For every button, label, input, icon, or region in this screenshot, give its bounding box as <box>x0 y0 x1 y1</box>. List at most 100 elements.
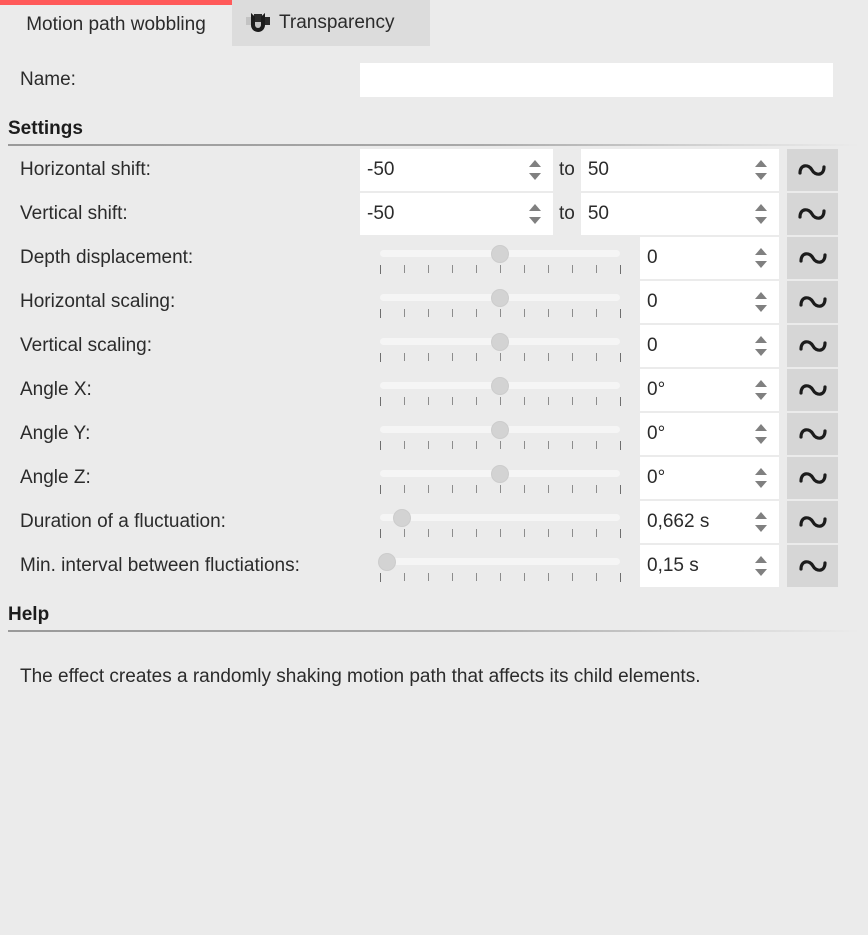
setting-label: Angle Z: <box>0 467 360 489</box>
slider-ticks <box>380 485 620 494</box>
name-input[interactable] <box>360 63 833 97</box>
spinner-up-icon[interactable] <box>755 160 767 167</box>
setting-value-stepper[interactable] <box>755 336 767 356</box>
spinner-down-icon[interactable] <box>755 173 767 180</box>
tab-transparency[interactable]: Transparency <box>232 0 430 46</box>
range-to-word: to <box>553 203 581 225</box>
spinner-down-icon[interactable] <box>755 437 767 444</box>
help-title: Help <box>8 604 868 630</box>
randomize-wave-button[interactable] <box>787 457 838 499</box>
spinner-down-icon[interactable] <box>529 173 541 180</box>
setting-value-field[interactable]: 0,15 s <box>640 545 779 587</box>
setting-slider[interactable] <box>380 325 638 367</box>
range-to-word: to <box>553 159 581 181</box>
range-to-stepper[interactable] <box>755 160 767 180</box>
slider-thumb[interactable] <box>491 465 509 483</box>
setting-label: Vertical shift: <box>0 203 360 225</box>
setting-slider[interactable] <box>380 501 638 543</box>
setting-value-stepper[interactable] <box>755 468 767 488</box>
randomize-wave-button[interactable] <box>787 545 838 587</box>
spinner-up-icon[interactable] <box>755 292 767 299</box>
slider-thumb[interactable] <box>491 289 509 307</box>
spinner-up-icon[interactable] <box>755 336 767 343</box>
randomize-wave-button[interactable] <box>787 501 838 543</box>
setting-value-stepper[interactable] <box>755 512 767 532</box>
slider-thumb[interactable] <box>491 421 509 439</box>
setting-row: Vertical shift:-50to50 <box>0 192 868 236</box>
spinner-down-icon[interactable] <box>529 217 541 224</box>
setting-value-field[interactable]: 0 <box>640 325 779 367</box>
spinner-up-icon[interactable] <box>755 248 767 255</box>
randomize-wave-button[interactable] <box>787 369 838 411</box>
setting-value-stepper[interactable] <box>755 292 767 312</box>
spinner-up-icon[interactable] <box>755 204 767 211</box>
spinner-down-icon[interactable] <box>755 217 767 224</box>
spinner-up-icon[interactable] <box>755 512 767 519</box>
spinner-up-icon[interactable] <box>755 468 767 475</box>
wave-icon <box>798 512 828 532</box>
randomize-wave-button[interactable] <box>787 149 838 191</box>
randomize-wave-button[interactable] <box>787 413 838 455</box>
range-to-stepper[interactable] <box>755 204 767 224</box>
tab-motion-path-wobbling[interactable]: Motion path wobbling <box>0 0 232 46</box>
spinner-down-icon[interactable] <box>755 569 767 576</box>
settings-rows: Horizontal shift:-50to50Vertical shift:-… <box>0 146 868 588</box>
setting-slider[interactable] <box>380 413 638 455</box>
setting-slider[interactable] <box>380 545 638 587</box>
slider-thumb[interactable] <box>393 509 411 527</box>
setting-value-stepper[interactable] <box>755 556 767 576</box>
setting-value-field[interactable]: 0 <box>640 281 779 323</box>
spinner-up-icon[interactable] <box>755 556 767 563</box>
tab-label: Transparency <box>279 12 394 34</box>
range-from-stepper[interactable] <box>529 204 541 224</box>
range-from-field[interactable]: -50 <box>360 149 553 191</box>
range-from-stepper[interactable] <box>529 160 541 180</box>
setting-slider[interactable] <box>380 281 638 323</box>
setting-value-field[interactable]: 0° <box>640 457 779 499</box>
slider-thumb[interactable] <box>378 553 396 571</box>
randomize-wave-button[interactable] <box>787 237 838 279</box>
range-to-field[interactable]: 50 <box>581 193 779 235</box>
setting-value-stepper[interactable] <box>755 380 767 400</box>
wave-icon <box>797 160 827 180</box>
spinner-up-icon[interactable] <box>529 204 541 211</box>
setting-value-stepper[interactable] <box>755 424 767 444</box>
settings-title: Settings <box>8 118 868 144</box>
setting-value-field[interactable]: 0° <box>640 369 779 411</box>
setting-value-field[interactable]: 0 <box>640 237 779 279</box>
slider-thumb[interactable] <box>491 245 509 263</box>
randomize-wave-button[interactable] <box>787 325 838 367</box>
spinner-down-icon[interactable] <box>755 305 767 312</box>
randomize-wave-button[interactable] <box>787 193 838 235</box>
setting-value-field[interactable]: 0° <box>640 413 779 455</box>
slider-ticks <box>380 573 620 582</box>
setting-row: Horizontal shift:-50to50 <box>0 148 868 192</box>
spinner-down-icon[interactable] <box>755 261 767 268</box>
slider-track[interactable] <box>380 514 620 521</box>
slider-thumb[interactable] <box>491 377 509 395</box>
wave-icon <box>798 292 828 312</box>
randomize-wave-button[interactable] <box>787 281 838 323</box>
setting-value: 0 <box>640 335 658 357</box>
slider-thumb[interactable] <box>491 333 509 351</box>
spinner-up-icon[interactable] <box>755 380 767 387</box>
name-label: Name: <box>0 69 360 91</box>
spinner-down-icon[interactable] <box>755 525 767 532</box>
range-from-field[interactable]: -50 <box>360 193 553 235</box>
setting-slider[interactable] <box>380 369 638 411</box>
setting-label: Horizontal scaling: <box>0 291 360 313</box>
spinner-down-icon[interactable] <box>755 481 767 488</box>
setting-slider[interactable] <box>380 457 638 499</box>
spinner-down-icon[interactable] <box>755 349 767 356</box>
spinner-up-icon[interactable] <box>529 160 541 167</box>
setting-label: Min. interval between fluctiations: <box>0 555 360 577</box>
spinner-down-icon[interactable] <box>755 393 767 400</box>
slider-track[interactable] <box>380 558 620 565</box>
spinner-up-icon[interactable] <box>755 424 767 431</box>
setting-value-field[interactable]: 0,662 s <box>640 501 779 543</box>
wave-icon <box>798 468 828 488</box>
range-to-field[interactable]: 50 <box>581 149 779 191</box>
setting-value-stepper[interactable] <box>755 248 767 268</box>
setting-slider[interactable] <box>380 237 638 279</box>
setting-label: Angle X: <box>0 379 360 401</box>
